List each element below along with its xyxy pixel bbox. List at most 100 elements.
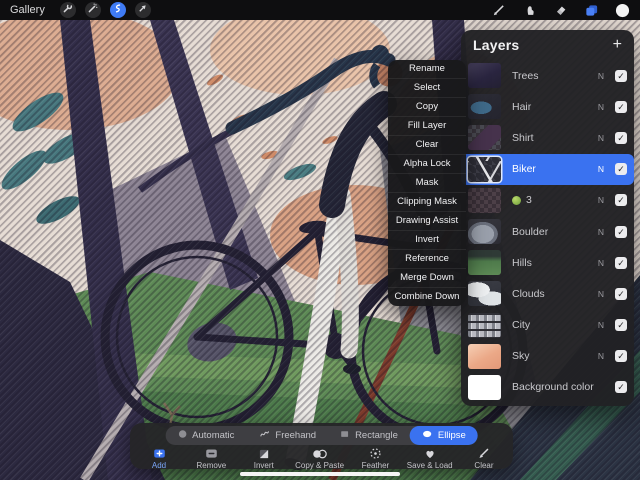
- layer-visibility-checkbox[interactable]: ✓: [615, 256, 627, 269]
- layer-thumbnail[interactable]: [468, 125, 501, 151]
- layer-row-background-color[interactable]: Background color ✓: [461, 372, 634, 403]
- layer-thumbnail[interactable]: [468, 63, 501, 89]
- mode-freehand[interactable]: Freehand: [246, 426, 328, 445]
- action-label: Feather: [361, 461, 390, 470]
- blend-mode-badge[interactable]: N: [594, 320, 608, 330]
- menu-item-mask[interactable]: Mask: [388, 173, 466, 192]
- menu-item-clipping-mask[interactable]: Clipping Mask: [388, 192, 466, 211]
- action-feather[interactable]: Feather: [354, 447, 396, 470]
- layer-thumbnail[interactable]: [468, 374, 501, 400]
- layer-visibility-checkbox[interactable]: ✓: [615, 287, 627, 300]
- action-add[interactable]: Add: [138, 447, 180, 470]
- mode-ellipse[interactable]: Ellipse: [409, 426, 478, 445]
- menu-item-reference[interactable]: Reference: [388, 249, 466, 268]
- action-save-load[interactable]: Save & Load: [407, 447, 453, 470]
- layer-row-boulder[interactable]: Boulder N ✓: [461, 216, 634, 247]
- brush-tool-button[interactable]: [491, 3, 506, 18]
- mode-rectangle[interactable]: Rectangle: [328, 426, 410, 445]
- layer-thumbnail[interactable]: [468, 312, 501, 338]
- action-label: Add: [151, 461, 167, 470]
- copy-paste-circles-icon: [312, 447, 327, 460]
- layer-row-3[interactable]: 3 N ✓: [461, 185, 634, 216]
- layer-name: Biker: [512, 163, 536, 176]
- menu-item-combine-down[interactable]: Combine Down: [388, 287, 466, 306]
- layer-row-biker[interactable]: Biker N ✓: [461, 153, 634, 185]
- gallery-button[interactable]: Gallery: [10, 4, 45, 16]
- layer-visibility-checkbox[interactable]: ✓: [615, 100, 627, 113]
- layer-name: City: [512, 319, 531, 332]
- mode-label: Automatic: [192, 430, 235, 441]
- action-label: Clear: [474, 461, 494, 470]
- clear-brush-icon: [477, 447, 490, 460]
- layer-thumbnail[interactable]: [468, 343, 501, 369]
- menu-item-alpha-lock[interactable]: Alpha Lock: [388, 154, 466, 173]
- layer-thumbnail[interactable]: [468, 187, 501, 213]
- layer-visibility-checkbox[interactable]: ✓: [615, 69, 627, 82]
- blend-mode-badge[interactable]: N: [594, 351, 608, 361]
- selection-mode-segmented-control: Automatic Freehand Rectangle Ellipse: [165, 426, 478, 445]
- add-plus-icon: [153, 447, 166, 460]
- layer-thumbnail[interactable]: [468, 94, 501, 120]
- menu-item-drawing-assist[interactable]: Drawing Assist: [388, 211, 466, 230]
- blend-mode-badge[interactable]: N: [594, 258, 608, 268]
- wrench-tool-button[interactable]: [59, 1, 76, 19]
- layer-visibility-checkbox[interactable]: ✓: [615, 163, 627, 176]
- topbar-right-tools: [491, 3, 630, 18]
- layer-row-city[interactable]: City N ✓: [461, 310, 634, 341]
- layer-visibility-checkbox[interactable]: ✓: [615, 319, 627, 332]
- layer-thumbnail[interactable]: [468, 250, 501, 276]
- blend-mode-badge[interactable]: N: [594, 195, 608, 205]
- layer-thumbnail[interactable]: [468, 219, 501, 245]
- layer-row-hair[interactable]: Hair N ✓: [461, 91, 634, 122]
- layers-stack-tool-button[interactable]: [584, 3, 599, 18]
- layers-panel-title: Layers: [473, 37, 520, 53]
- wrench-icon: [62, 1, 73, 19]
- adjustments-wand-icon: [87, 1, 98, 19]
- remove-minus-icon: [205, 447, 218, 460]
- layer-thumbnail[interactable]: [468, 281, 501, 307]
- layer-visibility-checkbox[interactable]: ✓: [615, 225, 627, 238]
- color-disc-tool-button[interactable]: [615, 3, 630, 18]
- add-layer-button[interactable]: +: [613, 37, 622, 53]
- blend-mode-badge[interactable]: N: [594, 102, 608, 112]
- layer-row-hills[interactable]: Hills N ✓: [461, 247, 634, 278]
- blend-mode-badge[interactable]: N: [594, 289, 608, 299]
- layer-row-shirt[interactable]: Shirt N ✓: [461, 122, 634, 153]
- menu-item-clear[interactable]: Clear: [388, 135, 466, 154]
- blend-mode-badge[interactable]: N: [594, 164, 608, 174]
- menu-item-invert[interactable]: Invert: [388, 230, 466, 249]
- menu-item-fill-layer[interactable]: Fill Layer: [388, 116, 466, 135]
- rectangle-icon: [340, 429, 350, 442]
- home-indicator[interactable]: [240, 472, 400, 476]
- layer-thumbnail[interactable]: [468, 156, 501, 182]
- blend-mode-badge[interactable]: N: [594, 71, 608, 81]
- layer-row-trees[interactable]: Trees N ✓: [461, 60, 634, 91]
- layer-visibility-checkbox[interactable]: ✓: [615, 381, 627, 394]
- selection-s-tool-button[interactable]: [109, 2, 126, 18]
- blend-mode-badge[interactable]: N: [594, 133, 608, 143]
- layer-row-clouds[interactable]: Clouds N ✓: [461, 278, 634, 309]
- menu-item-merge-down[interactable]: Merge Down: [388, 268, 466, 287]
- action-clear[interactable]: Clear: [463, 447, 505, 470]
- layer-visibility-checkbox[interactable]: ✓: [615, 131, 627, 144]
- action-remove[interactable]: Remove: [190, 447, 232, 470]
- action-copy-paste[interactable]: Copy & Paste: [295, 447, 344, 470]
- action-invert[interactable]: Invert: [243, 447, 285, 470]
- layers-panel-header: Layers +: [461, 30, 634, 60]
- layer-row-sky[interactable]: Sky N ✓: [461, 341, 634, 372]
- menu-item-copy[interactable]: Copy: [388, 97, 466, 116]
- layer-visibility-checkbox[interactable]: ✓: [615, 194, 627, 207]
- mode-automatic[interactable]: Automatic: [165, 426, 246, 445]
- menu-item-select[interactable]: Select: [388, 78, 466, 97]
- smudge-finger-tool-button[interactable]: [522, 3, 537, 18]
- blend-mode-badge[interactable]: N: [594, 227, 608, 237]
- mode-label: Freehand: [275, 430, 317, 441]
- layer-context-menu: Rename Select Copy Fill Layer Clear Alpha Loc…: [388, 60, 466, 306]
- heart-icon: [424, 447, 436, 460]
- menu-item-rename[interactable]: Rename: [388, 60, 466, 78]
- eraser-tool-button[interactable]: [553, 3, 568, 18]
- transform-arrow-tool-button[interactable]: [134, 2, 151, 18]
- layer-visibility-checkbox[interactable]: ✓: [615, 350, 627, 363]
- layer-name: 3: [526, 194, 532, 207]
- adjustments-wand-tool-button[interactable]: [84, 1, 101, 19]
